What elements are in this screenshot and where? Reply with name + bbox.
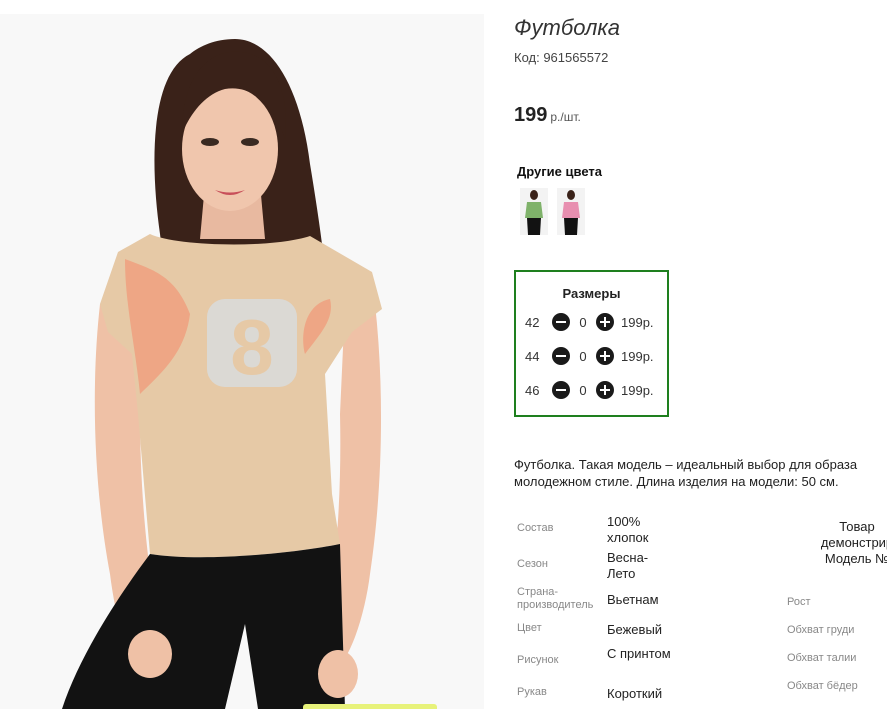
model-info-line: Модель № [824,551,887,566]
sleeve-label: Рукав [517,686,547,698]
product-photo[interactable]: 8 [0,14,484,709]
size-label: 44 [525,349,540,364]
size-label: 42 [525,315,540,330]
decrease-quantity-button[interactable] [552,381,570,399]
country-value: Вьетнам [607,592,659,607]
product-description: Футболка. Такая модель – идеальный выбор… [514,456,887,490]
model-info: Товар демонстрир Модель № [797,519,887,567]
size-row: 44 0 199р. [516,346,667,368]
model-info-line: Товар [839,519,875,534]
size-price: 199р. [621,315,654,330]
model-height-label: Рост [787,596,811,608]
bottom-button-edge[interactable] [303,704,437,709]
svg-text:8: 8 [230,303,273,391]
color-swatch-pink[interactable] [557,188,585,235]
description-line: молодежном стиле. Длина изделия на модел… [514,474,839,489]
size-price: 199р. [621,383,654,398]
price-value: 199 [514,104,548,126]
size-price: 199р. [621,349,654,364]
composition-label: Состав [517,522,554,534]
sleeve-value: Короткий [607,686,663,701]
color-value: Бежевый [607,622,663,637]
country-label: Страна-производитель [517,586,594,611]
model-info-line: демонстрир [820,535,887,550]
season-value: Весна-Лето [607,550,649,581]
model-chest-label: Обхват груди [787,624,855,636]
decrease-quantity-button[interactable] [552,347,570,365]
quantity-value: 0 [579,315,587,330]
product-title: Футболка [514,15,620,40]
quantity-value: 0 [579,349,587,364]
size-row: 42 0 199р. [516,312,667,334]
pattern-label: Рисунок [517,654,559,666]
other-colors-title: Другие цвета [517,164,602,179]
product-price: 199 р./шт. [514,104,581,127]
model-waist-label: Обхват талии [787,652,857,664]
color-swatch-green[interactable] [520,188,548,235]
description-line: Футболка. Такая модель – идеальный выбор… [514,457,858,472]
sizes-panel: Размеры 42 0 199р. 44 0 199р. 46 0 199р. [514,270,669,417]
quantity-value: 0 [579,383,587,398]
model-hips-label: Обхват бёдер [787,680,858,692]
price-unit: р./шт. [550,110,581,124]
pattern-value: С принтом [607,646,671,661]
composition-value: 100% хлопок [607,514,649,545]
product-code: Код: 961565572 [514,50,609,65]
season-label: Сезон [517,558,548,570]
increase-quantity-button[interactable] [596,347,614,365]
increase-quantity-button[interactable] [596,313,614,331]
color-label: Цвет [517,622,542,634]
size-row: 46 0 199р. [516,380,667,402]
increase-quantity-button[interactable] [596,381,614,399]
decrease-quantity-button[interactable] [552,313,570,331]
sizes-title: Размеры [562,286,621,301]
size-label: 46 [525,383,540,398]
